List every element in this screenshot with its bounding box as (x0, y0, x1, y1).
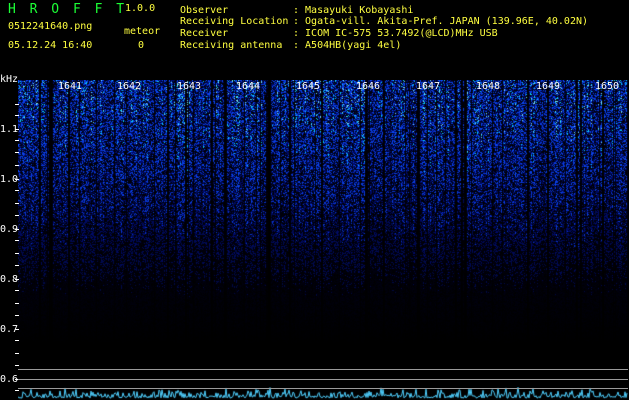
minute-label-1650: 1650 (595, 81, 620, 92)
minute-label-1641: 1641 (58, 81, 83, 92)
meteor-count: 0 (138, 40, 145, 51)
antenna-label: Receiving antenna (180, 40, 283, 51)
meteor-label: meteor (124, 26, 161, 37)
antenna-value: : A504HB(yagi 4el) (293, 40, 402, 51)
minute-label-1648: 1648 (476, 81, 501, 92)
minute-label-1643: 1643 (177, 81, 202, 92)
observer-label: Observer (180, 5, 229, 16)
minute-label-1646: 1646 (356, 81, 381, 92)
observer-value: : Masayuki Kobayashi (293, 5, 414, 16)
reference-line-bottom (18, 388, 628, 389)
filename-label: 0512241640.png (8, 21, 93, 32)
location-value: : Ogata-vill. Akita-Pref. JAPAN (139.96E… (293, 16, 589, 27)
reference-line-lower (18, 379, 628, 380)
minute-label-1642: 1642 (117, 81, 142, 92)
minute-label-1649: 1649 (536, 81, 561, 92)
datetime-label: 05.12.24 16:40 (8, 40, 93, 51)
reference-line-upper (18, 369, 628, 370)
app-title: H R O F F T (8, 2, 128, 17)
minute-label-1647: 1647 (416, 81, 441, 92)
receiver-label: Receiver (180, 28, 229, 39)
receiver-value: : ICOM IC-575 53.7492(@LCD)MHz USB (293, 28, 498, 39)
spectrogram-canvas (18, 80, 628, 370)
minute-label-1644: 1644 (236, 81, 261, 92)
minute-label-1645: 1645 (296, 81, 321, 92)
version-label: 1.0.0 (125, 3, 156, 14)
freq-unit-label: kHz (0, 74, 19, 85)
location-label: Receiving Location (180, 16, 289, 27)
